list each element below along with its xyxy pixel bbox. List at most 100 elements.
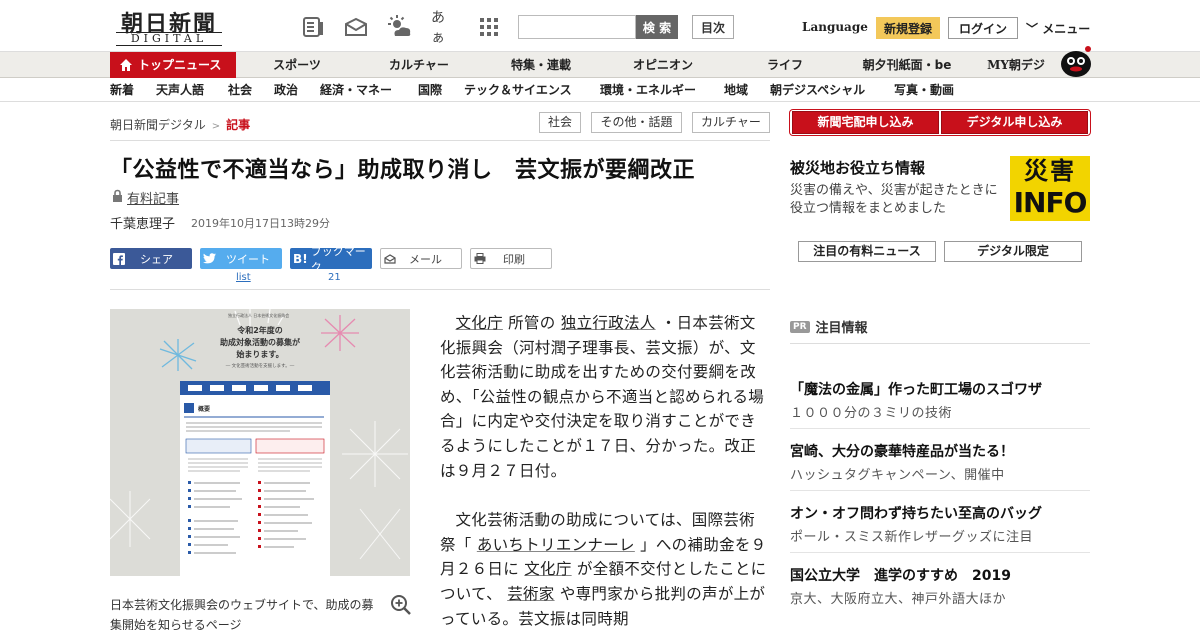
pr-item-sub[interactable]: ハッシュタグキャンペーン、開催中 [790, 464, 1005, 483]
photo-caption: 日本芸術文化振興会のウェブサイトで、助成の募集開始を知らせるページ [110, 598, 374, 630]
login-button[interactable]: ログイン [948, 17, 1018, 39]
paid-label-text: 有料記事 [127, 192, 180, 207]
article-body: 文化庁 所管の 独立行政法人 ・日本芸術文化振興会（河村潤子理事長、芸文振）が、… [440, 311, 770, 630]
hatena-bookmark-button[interactable]: B! ブックマーク [290, 245, 372, 274]
breadcrumb-home[interactable]: 朝日新聞デジタル [110, 118, 206, 132]
language-link[interactable]: Language [802, 20, 868, 34]
subnav-region[interactable]: 地域 [724, 79, 748, 102]
zoom-icon[interactable] [390, 594, 412, 616]
subnav-international[interactable]: 国際 [418, 79, 442, 102]
link-aichi-triennale[interactable]: あいちトリエンナーレ [477, 536, 635, 554]
hatena-icon: B! [293, 251, 308, 266]
toc-button[interactable]: 目次 [692, 15, 734, 39]
article-title: 「公益性で不適当なら」助成取り消し 芸文振が要綱改正 [110, 158, 696, 183]
mail-open-icon[interactable] [343, 14, 369, 40]
subnav-special[interactable]: 朝デジスペシャル [770, 79, 865, 102]
disaster-info-desc[interactable]: 災害の備えや、災害が起きたときに役立つ情報をまとめました [790, 182, 1005, 218]
nav-top-news[interactable]: トップニュース [110, 52, 236, 78]
mascot-icon[interactable] [1058, 44, 1094, 78]
print-icon [471, 248, 489, 269]
svg-text:令和2年度の: 令和2年度の [236, 325, 283, 335]
lock-icon [112, 189, 123, 206]
site-header: 朝日新聞 DIGITAL あぁ 検 索 目次 Language 新規登録 ログイ… [0, 0, 1200, 52]
nav-culture[interactable]: カルチャー [374, 52, 464, 78]
grid-menu-icon[interactable] [476, 14, 502, 40]
print-button[interactable]: 印刷 [470, 248, 552, 269]
link-dokuritsu[interactable]: 独立行政法人 [561, 314, 656, 332]
breadcrumb-separator: > [211, 121, 221, 132]
divider [790, 343, 1090, 344]
newspaper-delivery-button[interactable]: 新聞宅配申し込み [792, 111, 939, 134]
disaster-info-title[interactable]: 被災地お役立ち情報 [790, 157, 925, 178]
pr-item-sub[interactable]: ポール・スミス新作レザーグッズに注目 [790, 526, 1033, 545]
svg-text:― 文化芸術活動を支援します。―: ― 文化芸術活動を支援します。― [226, 362, 295, 369]
disaster-info-badge[interactable]: 災害 INFO [1010, 156, 1090, 221]
nav-paper[interactable]: 朝夕刊紙面・be [852, 52, 962, 78]
link-geijutsuka[interactable]: 芸術家 [507, 585, 554, 603]
nav-my-asadigi[interactable]: MY朝デジ [980, 52, 1052, 78]
photo-illustration: 独立行政法人 日本芸術文化振興会 令和2年度の 助成対象活動の募集が 始まります… [110, 309, 410, 576]
pr-item-sub[interactable]: 京大、大阪府立大、神戸外語大ほか [790, 588, 1006, 607]
divider [790, 552, 1090, 553]
subnav-environment[interactable]: 環境・エネルギー [600, 79, 696, 102]
subnav-tenseijingo[interactable]: 天声人語 [156, 79, 204, 102]
print-label: 印刷 [503, 252, 525, 266]
divider [790, 490, 1090, 491]
pr-item-title[interactable]: 宮崎、大分の豪華特産品が当たる！ [790, 441, 1014, 461]
disaster-badge-bottom: INFO [1013, 186, 1088, 219]
nav-sports[interactable]: スポーツ [252, 52, 342, 78]
pr-item-sub[interactable]: １０００分の３ミリの技術 [790, 402, 952, 421]
article-photo[interactable]: 独立行政法人 日本芸術文化振興会 令和2年度の 助成対象活動の募集が 始まります… [110, 309, 410, 576]
svg-text:助成対象活動の募集が: 助成対象活動の募集が [220, 337, 301, 347]
twitter-icon [200, 248, 218, 269]
mail-share-button[interactable]: メール [380, 248, 462, 269]
pr-badge: PR [790, 320, 810, 333]
subnav-economy[interactable]: 経済・マネー [320, 79, 392, 102]
divider [110, 140, 770, 141]
weather-icon[interactable] [387, 14, 413, 40]
pr-item-title[interactable]: 国公立大学 進学のすすめ 2019 [790, 565, 1011, 585]
newspaper-icon[interactable] [300, 14, 326, 40]
twitter-list-link[interactable]: list [236, 272, 251, 283]
link-bunkacho-2[interactable]: 文化庁 [524, 560, 571, 578]
search-button[interactable]: 検 索 [636, 15, 678, 39]
subnav-photo-video[interactable]: 写真・動画 [894, 79, 954, 102]
twitter-share-button[interactable]: ツイート [200, 248, 282, 269]
tab-digital-only[interactable]: デジタル限定 [944, 241, 1082, 262]
twitter-share-label: ツイート [226, 252, 270, 266]
breadcrumb: 朝日新聞デジタル > 記事 [110, 116, 250, 133]
article-date: 2019年10月17日13時29分 [191, 217, 330, 230]
tab-featured-paid-news[interactable]: 注目の有料ニュース [798, 241, 936, 262]
pr-item-title[interactable]: 「魔法の金属」作った町工場のスゴワザ [790, 379, 1042, 399]
subnav-tech[interactable]: テック＆サイエンス [464, 79, 572, 102]
pr-item-title[interactable]: オン・オフ問わず持ちたい至高のバッグ [790, 503, 1042, 523]
subnav-politics[interactable]: 政治 [274, 79, 298, 102]
hatena-share-label: ブックマーク [310, 244, 366, 274]
paid-article-label[interactable]: 有料記事 [112, 188, 179, 207]
register-button[interactable]: 新規登録 [876, 17, 940, 39]
breadcrumb-current: 記事 [226, 118, 251, 132]
tag-society[interactable]: 社会 [539, 112, 581, 133]
search-input[interactable] [518, 15, 636, 39]
logo-en-text: DIGITAL [116, 32, 222, 46]
facebook-share-label: シェア [140, 252, 173, 266]
nav-life[interactable]: ライフ [740, 52, 830, 78]
nav-opinion[interactable]: オピニオン [618, 52, 708, 78]
mail-icon [381, 248, 399, 269]
tag-culture[interactable]: カルチャー [692, 112, 770, 133]
pr-heading-text: 注目情報 [815, 321, 868, 336]
sub-nav: 新着 天声人語 社会 政治 経済・マネー 国際 テック＆サイエンス 環境・エネル… [0, 79, 1200, 102]
facebook-share-button[interactable]: シェア [110, 248, 192, 269]
menu-button[interactable]: ﹀ メニュー [1026, 20, 1090, 37]
subnav-new[interactable]: 新着 [110, 79, 134, 102]
font-size-icon[interactable]: あぁ [431, 10, 457, 46]
subnav-society[interactable]: 社会 [228, 79, 252, 102]
nav-features[interactable]: 特集・連載 [496, 52, 586, 78]
pr-section-heading: PR 注目情報 [790, 317, 868, 336]
link-bunkacho[interactable]: 文化庁 [456, 314, 503, 332]
hatena-count[interactable]: 21 [328, 272, 341, 283]
svg-text:始まります。: 始まります。 [236, 349, 283, 359]
asahi-digital-logo[interactable]: 朝日新聞 DIGITAL [110, 8, 228, 46]
tag-misc-topics[interactable]: その他・話題 [591, 112, 682, 133]
digital-subscribe-button[interactable]: デジタル申し込み [941, 111, 1088, 134]
